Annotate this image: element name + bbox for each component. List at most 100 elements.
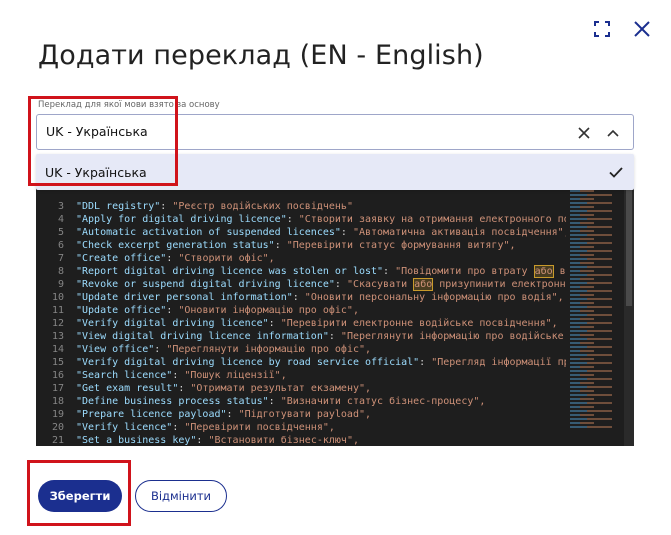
minimap-line — [570, 350, 594, 352]
json-value: "Перевірити статус формування витягу", — [286, 240, 516, 251]
minimap-line — [570, 206, 594, 208]
code-text: "Automatic activation of suspended licen… — [76, 226, 570, 239]
minimap-line — [570, 230, 594, 232]
line-number: 6 — [57, 240, 64, 251]
line-number: 14 — [51, 344, 64, 355]
minimap-line — [570, 246, 594, 248]
json-colon: : — [334, 279, 347, 290]
code-text: "View office": "Переглянути інформацію п… — [76, 343, 371, 356]
search-match-highlight: або — [533, 265, 554, 278]
json-value: "Встановити бізнес-ключ", — [208, 435, 359, 446]
minimap-line — [570, 354, 612, 356]
json-key: "Automatic activation of suspended licen… — [76, 227, 341, 238]
json-key: "Define business process status" — [76, 396, 269, 407]
json-colon: : — [178, 383, 191, 394]
json-value: "Реєстр водійських посвідчень" — [172, 201, 353, 212]
json-colon: : — [268, 318, 281, 329]
code-text: "Search licence": "Пошук ліцензії", — [76, 369, 287, 382]
json-key: "Revoke or suspend digital driving licen… — [76, 279, 335, 290]
code-text: "Create office": "Створити офіс", — [76, 252, 275, 265]
source-language-select[interactable]: UK - Українська — [36, 114, 634, 150]
line-number: 21 — [51, 435, 64, 446]
minimap-line — [570, 406, 594, 408]
minimap-line — [570, 262, 594, 264]
code-text: "Verify licence": "Перевірити посвідченн… — [76, 421, 335, 434]
clear-icon[interactable] — [575, 124, 593, 142]
dialog-title: Додати переклад (EN - English) — [38, 40, 484, 71]
minimap-line — [570, 394, 612, 396]
translation-code-editor[interactable]: 3 "DDL registry": "Реєстр водійських посв… — [36, 186, 634, 446]
json-colon: : — [166, 305, 179, 316]
json-key: "Apply for digital driving licence" — [76, 214, 287, 225]
minimap-line — [570, 270, 594, 272]
json-key: "Update driver personal information" — [76, 292, 293, 303]
minimap-line — [570, 238, 594, 240]
code-line: 11 "Update office": "Оновити інформацію п… — [36, 304, 566, 317]
code-line: 5 "Automatic activation of suspended lice… — [36, 226, 570, 239]
minimap-line — [570, 210, 612, 212]
code-text: "Set a business key": "Встановити бізнес… — [76, 434, 359, 446]
minimap-line — [570, 358, 594, 360]
code-text: "Define business process status": "Визна… — [76, 395, 485, 408]
source-language-value: UK - Українська — [46, 124, 148, 139]
close-icon[interactable] — [631, 18, 653, 40]
json-key: "Verify licence" — [76, 422, 173, 433]
json-value: "Оновити персональну інформацію про воді… — [304, 292, 564, 303]
minimap-line — [570, 362, 612, 364]
minimap-line — [570, 218, 612, 220]
minimap-line — [570, 326, 594, 328]
line-number: 19 — [51, 409, 64, 420]
json-colon: : — [268, 396, 281, 407]
source-language-dropdown: UK - Українська — [36, 154, 634, 190]
json-value: "Створити заявку на отримання електронно… — [298, 214, 588, 225]
json-value: "Повідомити про втрату — [395, 266, 534, 277]
code-line: 9 "Revoke or suspend digital driving lice… — [36, 278, 596, 291]
minimap-line — [570, 306, 612, 308]
json-colon: : — [419, 357, 432, 368]
json-colon: : — [383, 266, 396, 277]
minimap-line — [570, 266, 612, 268]
json-value: "Підготувати payload", — [238, 409, 372, 420]
editor-scrollbar[interactable] — [624, 186, 634, 446]
line-number: 10 — [51, 292, 64, 303]
save-button[interactable]: Зберегти — [38, 480, 122, 512]
minimap-line — [570, 346, 612, 348]
expand-icon[interactable] — [591, 18, 613, 40]
json-colon: : — [340, 227, 353, 238]
code-text: "View digital driving licence informatio… — [76, 330, 594, 343]
json-colon: : — [172, 370, 185, 381]
code-line: 8 "Report digital driving licence was sto… — [36, 265, 590, 278]
json-colon: : — [196, 435, 209, 446]
json-value: "Автоматична активація посвідчення", — [352, 227, 570, 238]
json-colon: : — [286, 214, 299, 225]
line-number: 20 — [51, 422, 64, 433]
minimap-line — [570, 250, 612, 252]
code-line: 19 "Prepare licence payload": "Підготуват… — [36, 408, 566, 421]
dialog-controls — [591, 18, 653, 40]
search-match-highlight: або — [413, 278, 434, 291]
scrollbar-thumb[interactable] — [626, 188, 632, 306]
minimap-line — [570, 334, 594, 336]
json-key: "Get exam result" — [76, 383, 179, 394]
cancel-button[interactable]: Відмінити — [135, 480, 227, 512]
minimap-line — [570, 310, 594, 312]
editor-minimap[interactable] — [566, 186, 622, 446]
dropdown-option-uk[interactable]: UK - Українська — [45, 165, 147, 180]
minimap-line — [570, 286, 594, 288]
json-colon: : — [274, 240, 287, 251]
json-value: "Отримати результат екзамену", — [190, 383, 372, 394]
line-number: 11 — [51, 305, 64, 316]
json-value: "Переглянути інформацію про офіс", — [166, 344, 372, 355]
minimap-line — [570, 242, 612, 244]
code-line: 14 "View office": "Переглянути інформацію… — [36, 343, 566, 356]
minimap-line — [570, 202, 612, 204]
json-key: "DDL registry" — [76, 201, 161, 212]
json-colon: : — [226, 409, 239, 420]
json-value: "Пошук ліцензії", — [184, 370, 287, 381]
minimap-line — [570, 282, 612, 284]
chevron-up-icon[interactable] — [604, 124, 622, 142]
minimap-line — [570, 390, 594, 392]
minimap-line — [570, 422, 594, 424]
json-value: "Перевірити електронне водійське посвідч… — [280, 318, 558, 329]
minimap-line — [570, 322, 612, 324]
